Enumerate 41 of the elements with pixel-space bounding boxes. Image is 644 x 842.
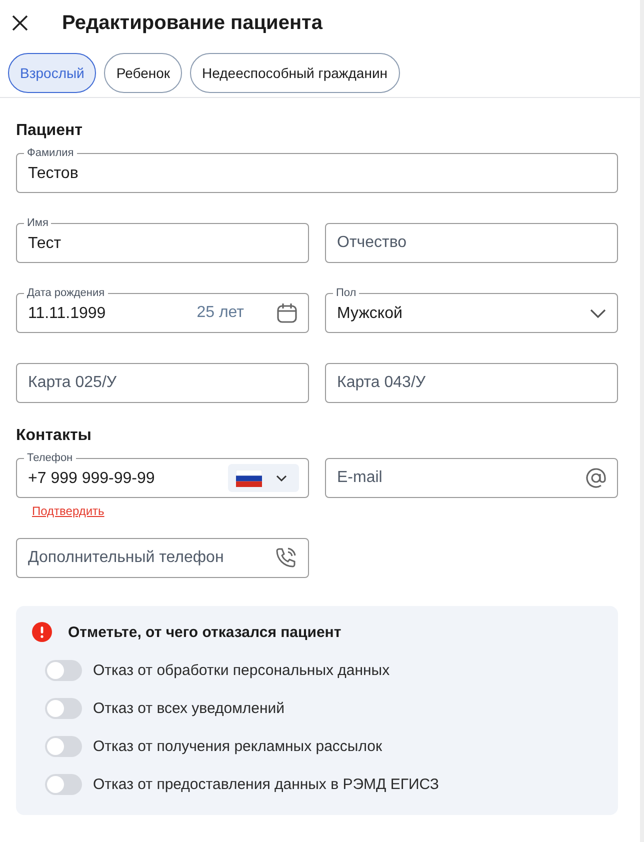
field-placeholder: Дополнительный телефон [28, 549, 225, 567]
confirm-link[interactable]: Подтвердить [32, 504, 104, 518]
field-value: Мужской [337, 304, 404, 323]
toggle-switch[interactable] [45, 736, 82, 756]
at-sign-icon [585, 467, 607, 489]
flag-icon [236, 470, 262, 486]
phone-call-icon [274, 546, 298, 570]
tab[interactable]: Взрослый [8, 53, 96, 93]
tab[interactable]: Недееспособный гражданин [190, 53, 400, 93]
toggle-label: Отказ от всех уведомлений [93, 700, 285, 716]
field-label: Дата рождения [24, 287, 108, 299]
field-value: Тестов [28, 164, 80, 183]
field-placeholder: E-mail [337, 469, 384, 487]
field-placeholder: Карта 043/У [337, 374, 427, 392]
chevron-down-icon [276, 474, 287, 482]
close-icon[interactable] [10, 13, 30, 33]
field-label: Телефон [24, 452, 76, 464]
calendar-icon[interactable] [276, 302, 298, 324]
chevron-down-icon[interactable] [589, 307, 607, 319]
section-title: Контакты [16, 427, 92, 445]
toggle-switch[interactable] [45, 660, 82, 680]
country-selector[interactable] [228, 464, 299, 492]
toggle-label: Отказ от получения рекламных рассылок [93, 738, 382, 754]
field-value: 11.11.1999 [28, 304, 107, 323]
field-value: Тест [28, 234, 62, 253]
age-text: 25 лет [196, 304, 244, 322]
field-placeholder: Карта 025/У [28, 374, 118, 392]
field-placeholder: Отчество [337, 234, 408, 252]
field-value: +7 999 999-99-99 [28, 469, 156, 488]
toggle-label: Отказ от предоставления данных в РЭМД ЕГИСЗ [93, 776, 439, 792]
page-title: Редактирование пациента [62, 12, 322, 34]
panel-title: Отметьте, от чего отказался пациент [68, 624, 342, 640]
field-label: Пол [333, 287, 360, 299]
field-label: Имя [24, 217, 52, 229]
tab[interactable]: Ребенок [104, 53, 182, 93]
toggle-switch[interactable] [45, 774, 82, 794]
toggle-switch[interactable] [45, 698, 82, 718]
section-title: Пациент [16, 122, 84, 140]
toggle-label: Отказ от обработки персональных данных [93, 662, 390, 678]
alert-icon [32, 622, 52, 642]
field-label: Фамилия [24, 147, 77, 159]
